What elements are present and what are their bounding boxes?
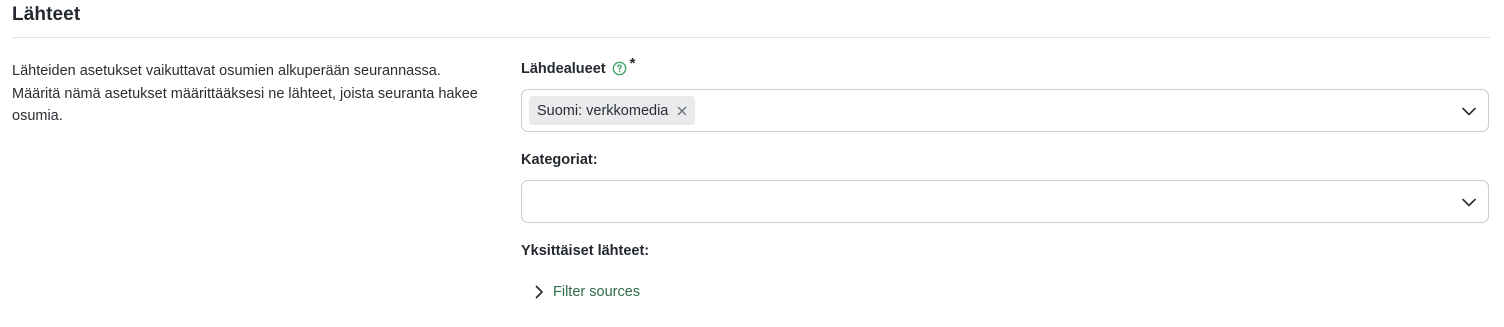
section-description: Lähteiden asetukset vaikuttavat osumien … <box>12 63 478 124</box>
individual-sources-label-row: Yksittäiset lähteet: <box>521 243 649 259</box>
chevron-right-icon <box>535 285 547 299</box>
required-marker: * <box>629 55 636 72</box>
filter-sources-toggle[interactable]: Filter sources <box>535 284 640 300</box>
source-areas-select[interactable]: Suomi: verkkomedia <box>521 89 1489 132</box>
close-icon[interactable] <box>677 106 687 116</box>
question-circle-icon[interactable] <box>612 61 627 76</box>
section-divider <box>12 37 1490 38</box>
source-areas-label-row: Lähdealueet * <box>521 55 635 77</box>
categories-label: Kategoriat: <box>521 152 598 168</box>
chevron-down-icon[interactable] <box>1462 195 1476 209</box>
individual-sources-label: Yksittäiset lähteet: <box>521 243 650 259</box>
source-areas-label: Lähdealueet <box>521 60 606 77</box>
section-title: Lähteet <box>12 4 81 25</box>
chip-label: Suomi: verkkomedia <box>537 102 669 119</box>
filter-sources-label: Filter sources <box>553 284 641 300</box>
selected-chip: Suomi: verkkomedia <box>529 96 696 125</box>
categories-label-row: Kategoriat: <box>521 152 598 168</box>
categories-select[interactable] <box>521 180 1489 223</box>
chevron-down-icon[interactable] <box>1462 104 1476 118</box>
